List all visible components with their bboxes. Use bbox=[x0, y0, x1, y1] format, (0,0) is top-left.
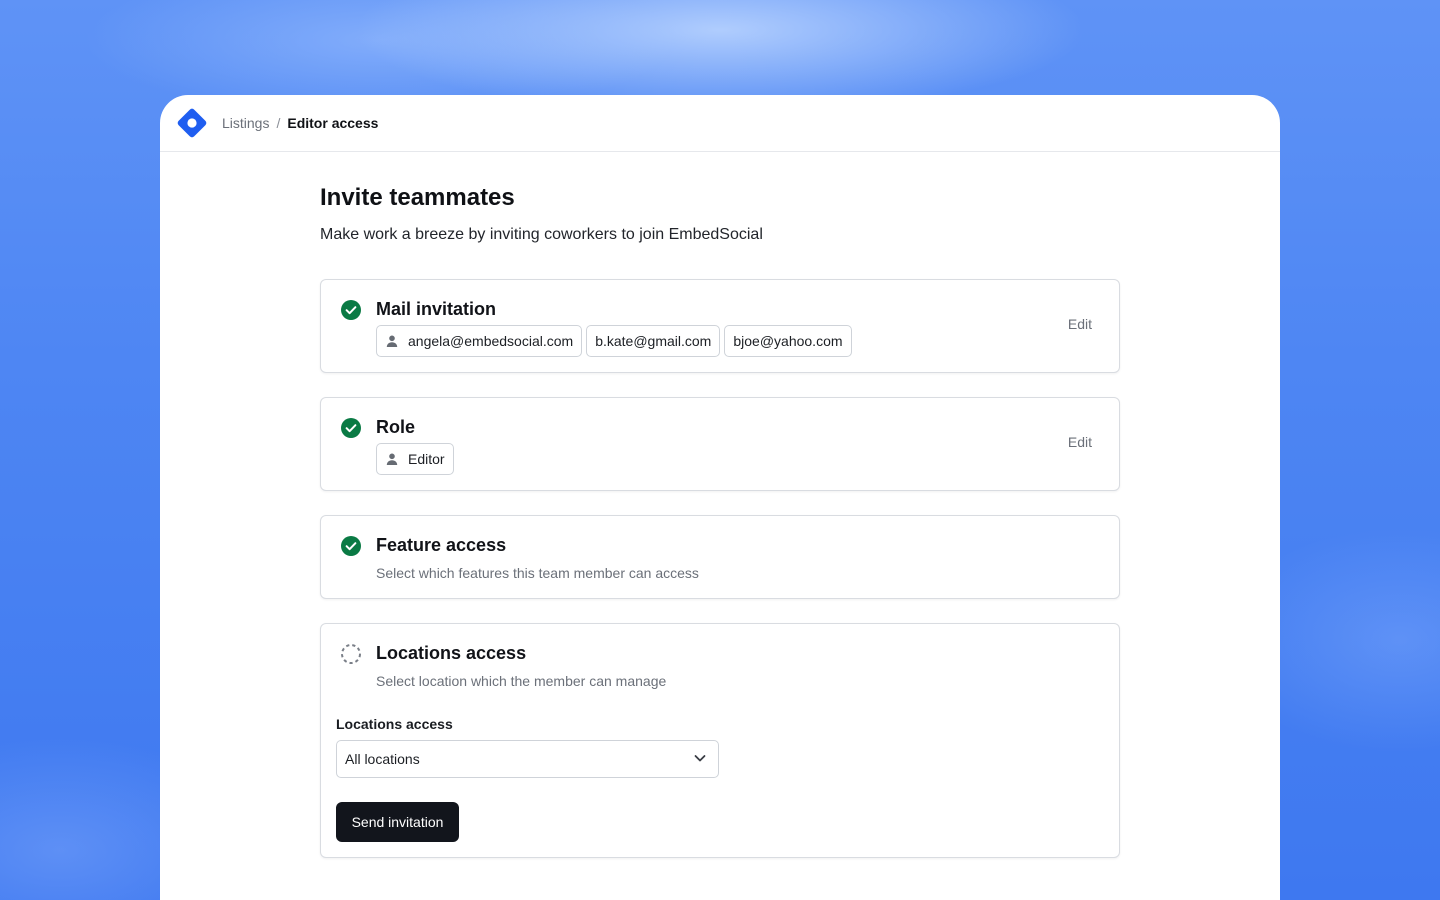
email-chip[interactable]: bjoe@yahoo.com bbox=[724, 325, 852, 357]
invite-form: Invite teammates Make work a breeze by i… bbox=[320, 183, 1120, 858]
email-chip[interactable]: angela@embedsocial.com bbox=[376, 325, 583, 357]
locations-select[interactable]: All locations bbox=[336, 740, 719, 778]
role-title: Role bbox=[376, 417, 416, 437]
person-icon bbox=[385, 452, 399, 466]
mail-invitation-title: Mail invitation bbox=[376, 299, 497, 319]
mail-edit-button[interactable]: Edit bbox=[1068, 316, 1092, 332]
locations-access-description: Select location which the member can man… bbox=[376, 673, 667, 689]
app-window: Listings / Editor access Invite teammate… bbox=[160, 95, 1280, 900]
feature-access-card: Feature access Select which features thi… bbox=[320, 515, 1120, 599]
breadcrumb-separator: / bbox=[276, 115, 281, 131]
email-chip-label: b.kate@gmail.com bbox=[595, 333, 712, 349]
email-chip-list: angela@embedsocial.com b.kate@gmail.com … bbox=[376, 325, 852, 357]
send-invitation-button[interactable]: Send invitation bbox=[336, 802, 459, 842]
role-chip[interactable]: Editor bbox=[376, 443, 454, 475]
page-title: Invite teammates bbox=[320, 184, 515, 211]
feature-access-title: Feature access bbox=[376, 535, 507, 555]
page-subtitle: Make work a breeze by inviting coworkers… bbox=[320, 226, 763, 243]
email-chip-label: angela@embedsocial.com bbox=[408, 333, 574, 349]
role-card: Role Editor Edit bbox=[320, 397, 1120, 491]
email-chip-label: bjoe@yahoo.com bbox=[733, 333, 843, 349]
check-circle-icon bbox=[340, 417, 362, 439]
role-edit-button[interactable]: Edit bbox=[1068, 434, 1092, 450]
locations-access-card: Locations access Select location which t… bbox=[320, 623, 1120, 858]
breadcrumb-current: Editor access bbox=[287, 115, 379, 131]
email-chip[interactable]: b.kate@gmail.com bbox=[586, 325, 721, 357]
role-chip-list: Editor bbox=[376, 443, 454, 475]
person-icon bbox=[385, 334, 399, 348]
dashed-circle-icon bbox=[340, 643, 362, 665]
diamond-logo-icon[interactable] bbox=[176, 107, 208, 139]
chevron-down-icon bbox=[693, 751, 707, 768]
feature-access-description: Select which features this team member c… bbox=[376, 565, 699, 581]
locations-select-value: All locations bbox=[345, 751, 420, 767]
top-bar: Listings / Editor access bbox=[160, 95, 1280, 152]
mail-invitation-card: Mail invitation angela@embedsocial.com b… bbox=[320, 279, 1120, 373]
role-chip-label: Editor bbox=[408, 451, 445, 467]
check-circle-icon bbox=[340, 535, 362, 557]
breadcrumb-listings-link[interactable]: Listings bbox=[222, 115, 269, 131]
check-circle-icon bbox=[340, 299, 362, 321]
locations-access-title: Locations access bbox=[376, 643, 527, 663]
breadcrumb: Listings / Editor access bbox=[222, 115, 378, 131]
locations-field-label: Locations access bbox=[336, 716, 453, 732]
